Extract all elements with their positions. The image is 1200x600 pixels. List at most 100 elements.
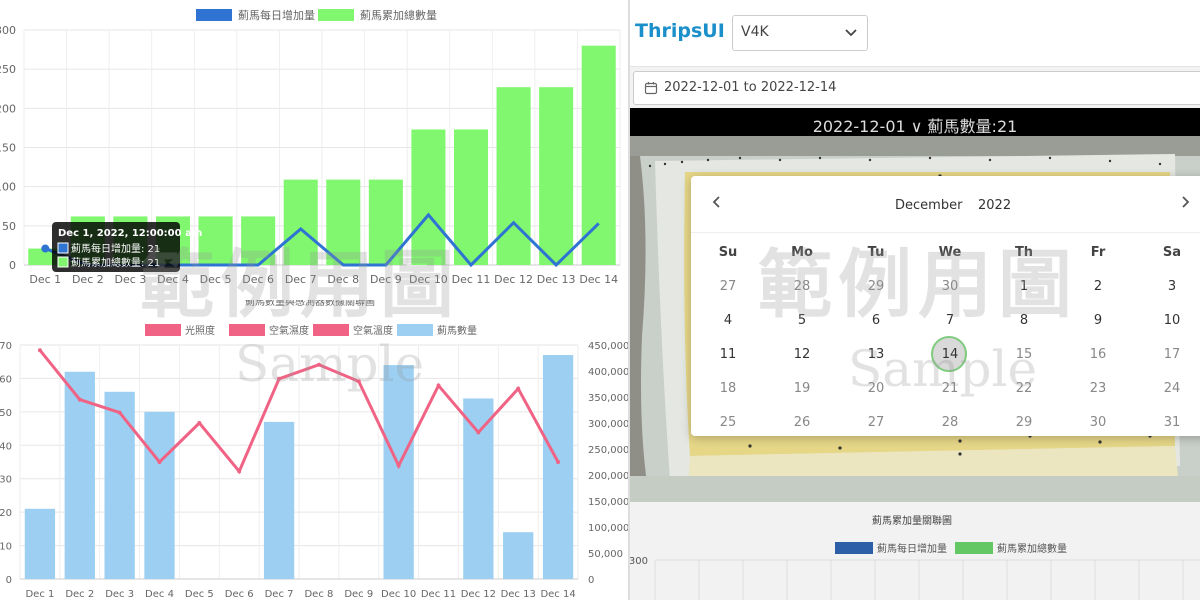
weekday-label: Su (718, 245, 738, 260)
bar (503, 532, 534, 579)
thripsui-panel: ThripsUI V4K 2022-12-01 to 2022-12-14 20… (630, 0, 1200, 600)
legend-swatch (145, 324, 181, 336)
x-tick-label: Dec 2 (72, 273, 104, 286)
app-header: ThripsUI V4K (630, 0, 1200, 67)
sensor-correlation-chart: 薊馬數量與感測器數據關聯圖光照度 空氣濕度 空氣溫度 薊馬數量 0 10 20 30 40 50 6… (0, 300, 628, 600)
y-tick-label: 100 (0, 181, 16, 194)
y-left-tick-label: 0 (6, 575, 12, 586)
calendar-day: 30 (941, 279, 959, 294)
legend-label: 薊馬累加總數量 (997, 542, 1067, 555)
cumulative-correlation-section: 薊馬累加量關聯圖 薊馬每日增加量 薊馬累加總數量 300 (630, 502, 1200, 600)
y-right-tick-label: 450,000 (588, 341, 628, 352)
bar (539, 87, 574, 265)
calendar-month[interactable]: December (895, 198, 962, 213)
calendar-day[interactable]: 1 (987, 270, 1061, 304)
y-tick-label: 200 (0, 102, 16, 115)
device-select[interactable]: V4K (732, 15, 868, 51)
calendar-icon (644, 80, 658, 99)
y-left-tick-label: 30 (0, 475, 12, 486)
line-point (157, 460, 162, 464)
y-right-tick-label: 300,000 (588, 419, 628, 430)
legend-label: 空氣溫度 (353, 324, 393, 337)
calendar-week-row: 11 12 13 14 15 16 17 (691, 336, 1200, 372)
calendar-day[interactable]: 3 (1135, 270, 1200, 304)
tooltip-swatch (57, 242, 69, 254)
calendar-day[interactable]: 13 (839, 338, 913, 372)
daily-cumulative-chart: 薊馬每日增加量薊馬累加總數量050100150200250300Dec 1Dec… (0, 8, 621, 286)
calendar-day[interactable]: 8 (987, 304, 1061, 338)
tooltip-swatch (57, 256, 69, 268)
calendar-day: 25 (719, 415, 737, 430)
y-right-tick-label: 350,000 (588, 393, 628, 404)
line-point (396, 463, 401, 468)
line-point (37, 348, 42, 353)
line-point (556, 460, 561, 464)
calendar-day: 30 (1089, 415, 1107, 430)
calendar-day: 27 (719, 279, 737, 294)
x-tick-label: Dec 1 (29, 273, 61, 286)
calendar-day[interactable]: 5 (765, 304, 839, 338)
y-right-tick-label: 50,000 (588, 549, 623, 560)
calendar-day[interactable]: 12 (765, 338, 839, 372)
calendar-day-selected[interactable]: 14 (913, 336, 987, 372)
device-select-value: V4K (741, 24, 769, 40)
x-tick-label: Dec 10 (409, 273, 448, 286)
calendar-day[interactable]: 11 (691, 338, 765, 372)
calendar-week-row: 18 19 20 21 22 23 24 (691, 372, 1200, 406)
y-left-tick-label: 50 (0, 408, 12, 419)
y-left-tick-label: 10 (0, 542, 12, 553)
y-tick-label: 300 (0, 24, 16, 37)
bar (263, 421, 295, 579)
date-range-value: 2022-12-01 to 2022-12-14 (664, 80, 837, 95)
x-tick-label: Dec 3 (105, 589, 134, 600)
bar (144, 411, 175, 579)
x-tick-label: Dec 6 (225, 589, 254, 600)
legend-swatch (835, 542, 873, 554)
calendar-day[interactable]: 9 (1061, 304, 1135, 338)
bar (463, 398, 494, 579)
bar (326, 179, 361, 265)
calendar-day-number: 14 (941, 347, 959, 362)
x-tick-label: Dec 14 (579, 273, 618, 286)
calendar-day: 24 (1163, 381, 1181, 396)
legend-label: 薊馬每日增加量 (877, 542, 947, 555)
y-right-tick-label: 200,000 (588, 471, 628, 482)
y-left-tick-label: 60 (0, 374, 12, 385)
x-tick-label: Dec 10 (381, 589, 416, 600)
weekday-label: Th (1014, 245, 1034, 260)
chevron-down-icon (843, 24, 859, 44)
calendar-day: 23 (1089, 381, 1107, 396)
chevron-right-icon[interactable] (1177, 194, 1193, 214)
calendar-day[interactable]: 7 (913, 304, 987, 338)
calendar-header: December 2022 (691, 176, 1200, 233)
calendar-day[interactable]: 6 (839, 304, 913, 338)
calendar-day: 22 (1015, 381, 1033, 396)
x-tick-label: Dec 11 (421, 589, 456, 600)
calendar-day[interactable]: 2 (1061, 270, 1135, 304)
x-tick-label: Dec 4 (157, 273, 189, 286)
calendar-year[interactable]: 2022 (978, 198, 1011, 213)
date-range-picker[interactable]: 2022-12-01 to 2022-12-14 (633, 71, 1200, 105)
calendar-day[interactable]: 4 (691, 304, 765, 338)
calendar-day[interactable]: 10 (1135, 304, 1200, 338)
calendar-day: 29 (867, 279, 885, 294)
y-tick-label: 150 (0, 142, 16, 155)
weekday-label: Fr (1090, 245, 1106, 260)
line-point (516, 386, 521, 391)
x-tick-label: Dec 8 (304, 589, 333, 600)
x-tick-label: Dec 13 (537, 273, 576, 286)
photo-title-bar[interactable]: 2022-12-01 ∨ 薊馬數量:21 (630, 108, 1200, 136)
legend-swatch (397, 324, 433, 336)
y-right-tick-label: 100,000 (588, 523, 628, 534)
calendar-week-row: 25 26 27 28 29 30 31 (691, 406, 1200, 440)
bar (198, 216, 233, 265)
chevron-left-icon[interactable] (709, 194, 725, 214)
bar (104, 391, 135, 579)
line-point (476, 430, 481, 435)
calendar-weekday-row: Su Mo Tu We Th Fr Sa (691, 236, 1200, 270)
legend-label: 薊馬數量 (437, 324, 477, 337)
app-brand[interactable]: ThripsUI (635, 20, 725, 42)
x-tick-label: Dec 7 (285, 273, 317, 286)
calendar-day: 26 (793, 415, 811, 430)
y-left-tick-label: 70 (0, 341, 12, 352)
